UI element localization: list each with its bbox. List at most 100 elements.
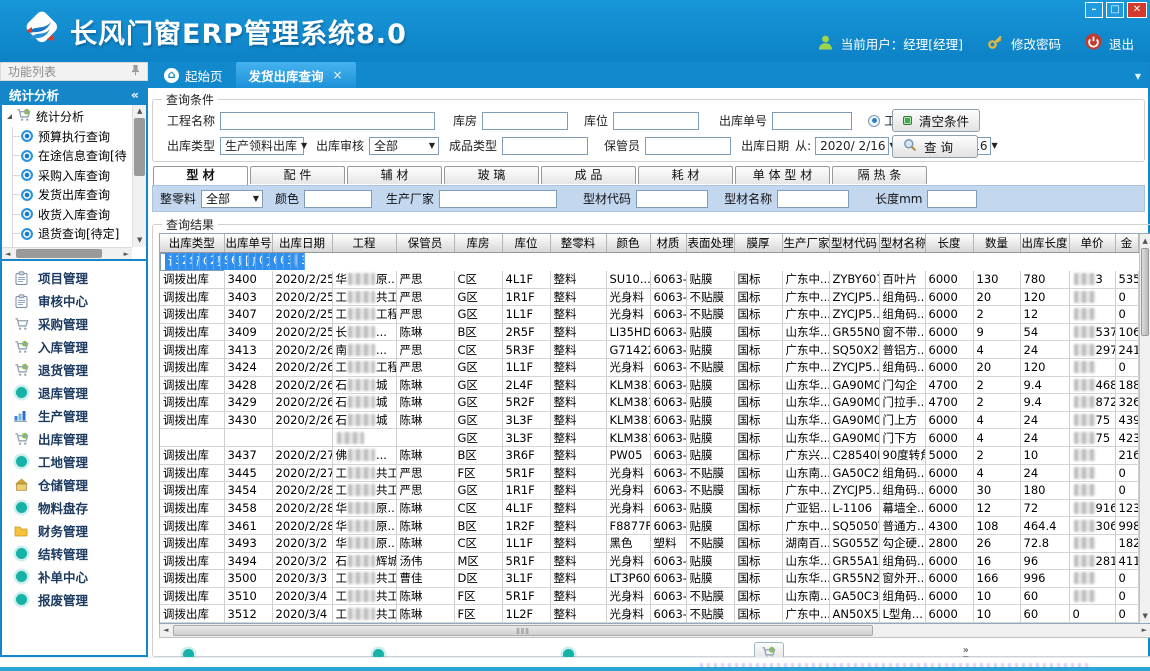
column-header[interactable]: 库房 [454,234,502,252]
sidebar-item[interactable]: 退库管理 [2,381,146,404]
sidebar-item[interactable]: 入库管理 [2,335,146,358]
minimize-button[interactable]: – [1085,2,1103,18]
collapse-icon[interactable]: « [131,87,139,102]
tab-close-icon[interactable]: × [333,68,343,82]
audit-select[interactable]: 全部▼ [369,137,439,155]
column-header[interactable]: 数量 [973,234,1020,252]
pin-icon[interactable] [131,64,140,79]
sidebar-item[interactable]: 仓储管理 [2,473,146,496]
order-no-input[interactable] [772,112,852,130]
table-row[interactable]: 调拨出库34372020/2/27佛...陈琳B区3R6F整料PW056063-… [160,446,1138,464]
tree-item[interactable]: 预算执行查询 [4,127,131,147]
column-header[interactable]: 材质 [650,234,686,252]
column-header[interactable]: 出库长度 [1020,234,1069,252]
table-row[interactable]: 调拨出库34302020/2/26石城陈琳G区3L3F整料KLM38176063… [160,411,1138,429]
column-header[interactable]: 颜色 [606,234,650,252]
material-tab[interactable]: 配 件 [250,166,345,184]
whole-part-select[interactable]: 全部▼ [201,190,263,208]
sidebar-item[interactable]: 出库管理 [2,427,146,450]
slot-input[interactable] [613,112,699,130]
column-header[interactable]: 出库单号 [224,234,272,252]
table-row[interactable]: 调拨出库34132020/2/26南...严思C区5R3F整料G71422606… [160,341,1138,359]
tree-horizontal-scrollbar[interactable]: ◄ ► [2,247,132,259]
sidebar-item[interactable]: 审核中心 [2,289,146,312]
material-tab[interactable]: 成 品 [541,166,636,184]
radio-industrial[interactable] [868,115,880,127]
column-header[interactable]: 表面处理 [686,234,734,252]
tree-item[interactable]: 退货查询[待定] [4,224,131,244]
sidebar-item[interactable]: 项目管理 [2,266,146,289]
length-input[interactable] [927,190,977,208]
sidebar-item[interactable]: 工地管理 [2,450,146,473]
column-header[interactable]: 型材代码 [829,234,879,252]
sidebar-item[interactable]: 退货管理 [2,358,146,381]
keeper-input[interactable] [645,137,731,155]
tab-home[interactable]: ⌂ 起始页 [151,62,236,88]
sidebar-item[interactable]: 补单中心 [2,565,146,588]
date-from-select[interactable]: 2020/ 2/16▼ [815,137,889,155]
table-row[interactable]: 调拨出库34242020/2/26工工程严思G区1L1F整料光身料6063-T5… [160,358,1138,376]
column-header[interactable]: 生产厂家 [782,234,829,252]
tree-expand-icon[interactable] [7,114,12,119]
profile-name-input[interactable] [777,190,849,208]
search-button[interactable]: 查 询 [892,135,978,158]
sidebar-item[interactable]: 采购管理 [2,312,146,335]
maximize-button[interactable]: □ [1106,2,1124,18]
close-button[interactable]: ✕ [1127,2,1147,18]
column-header[interactable]: 出库日期 [272,234,332,252]
column-header[interactable]: 单价 [1069,234,1115,252]
material-tab[interactable]: 隔 热 条 [832,166,927,184]
table-horizontal-scrollbar[interactable]: ◄ ⦀⦀⦀ ► [159,624,1150,638]
table-row[interactable]: 调拨出库34092020/2/25长...陈琳B区2R5F整料LI35HD606… [160,323,1138,341]
column-header[interactable]: 库位 [502,234,550,252]
sidebar-item[interactable]: 物料盘存 [2,496,146,519]
logout-button[interactable]: 退出 [1109,34,1134,53]
material-tab[interactable]: 型 材 [153,166,248,185]
column-header[interactable]: 出库类型 [160,234,224,252]
change-password-link[interactable]: 修改密码 [1011,34,1061,53]
table-row[interactable]: 调拨出库34942020/3/2石辉城汤伟M区5R1F整料光身料6063-T5贴… [160,552,1138,570]
factory-input[interactable] [439,190,557,208]
sidebar-item[interactable]: 财务管理 [2,519,146,542]
column-header[interactable]: 膜厚 [734,234,782,252]
profile-code-input[interactable] [636,190,708,208]
tree-item[interactable]: 发货出库查询 [4,185,131,205]
warehouse-input[interactable] [482,112,568,130]
table-row[interactable]: 调拨出库35122020/3/4工共工程陈琳F区1L2F整料光身料6063-T5… [160,605,1138,623]
product-type-input[interactable] [502,137,588,155]
table-row[interactable]: G区3L3F整料KLM38176063-T5贴膜国标山东华...GA90M09.… [160,429,1138,447]
color-input[interactable] [304,190,372,208]
tab-overflow-icon[interactable]: ▼ [1135,72,1141,81]
table-row[interactable]: 调拨出库35102020/3/4工共工程陈琳F区5R1F整料光身料6063-T5… [160,587,1138,605]
table-row[interactable]: 调拨出库34282020/2/26石城陈琳G区2L4F整料KLM38176063… [160,376,1138,394]
tree-vertical-scrollbar[interactable]: ▲ ▼ [132,105,146,247]
tree-item[interactable]: 采购入库查询 [4,166,131,186]
column-header[interactable]: 金 [1115,234,1138,252]
table-row[interactable]: 调拨出库34582020/2/28华原...陈琳C区4L1F整料光身料6063-… [160,499,1138,517]
material-tab[interactable]: 单 体 型 材 [735,166,830,184]
table-vertical-scrollbar[interactable]: ▲ ▼ [1139,234,1150,623]
table-row[interactable]: 调拨出库34032020/2/25工共工程严思G区1R1F整料光身料6063-T… [160,288,1138,306]
table-row[interactable]: 调拨出库33992020/2/25华原...严思C区2L1F整料SU10...6… [160,253,224,271]
table-row[interactable]: 调拨出库34292020/2/26石城陈琳G区5R2F整料KLM38176063… [160,394,1138,412]
out-type-select[interactable]: 生产领料出库▼ [220,137,304,155]
table-row[interactable]: 调拨出库34612020/2/28华原...陈琳B区1R2F整料F8877FT6… [160,517,1138,535]
column-header[interactable]: 型材名称 [879,234,925,252]
material-tab[interactable]: 辅 材 [347,166,442,184]
tab-shipping-query[interactable]: 发货出库查询 × [236,62,356,88]
material-tab[interactable]: 耗 材 [638,166,733,184]
table-row[interactable]: 调拨出库35002020/3/3工共工程曹佳D区3L1F整料LT3P606063… [160,570,1138,588]
project-name-input[interactable] [220,112,435,130]
table-row[interactable]: 调拨出库34072020/2/25工工程严思G区1L1F整料光身料6063-T5… [160,306,1138,324]
material-tab[interactable]: 玻 璃 [444,166,539,184]
sidebar-section-header[interactable]: 统计分析 « [2,83,146,105]
clear-conditions-button[interactable]: 清空条件 [892,109,980,132]
table-row[interactable]: 调拨出库34002020/2/25华原...严思C区4L1F整料SU10...6… [160,271,1138,289]
table-row[interactable]: 调拨出库34452020/2/27工共工程严思F区5R1F整料光身料6063-T… [160,464,1138,482]
column-header[interactable]: 长度 [925,234,973,252]
sidebar-item[interactable]: 生产管理 [2,404,146,427]
column-header[interactable]: 工程 [332,234,396,252]
tree-root-statistics[interactable]: 统计分析 [4,107,131,127]
table-row[interactable]: 调拨出库34542020/2/28工共工程严思G区1R1F整料光身料6063-T… [160,482,1138,500]
tree-item[interactable]: 在途信息查询[待 [4,146,131,166]
